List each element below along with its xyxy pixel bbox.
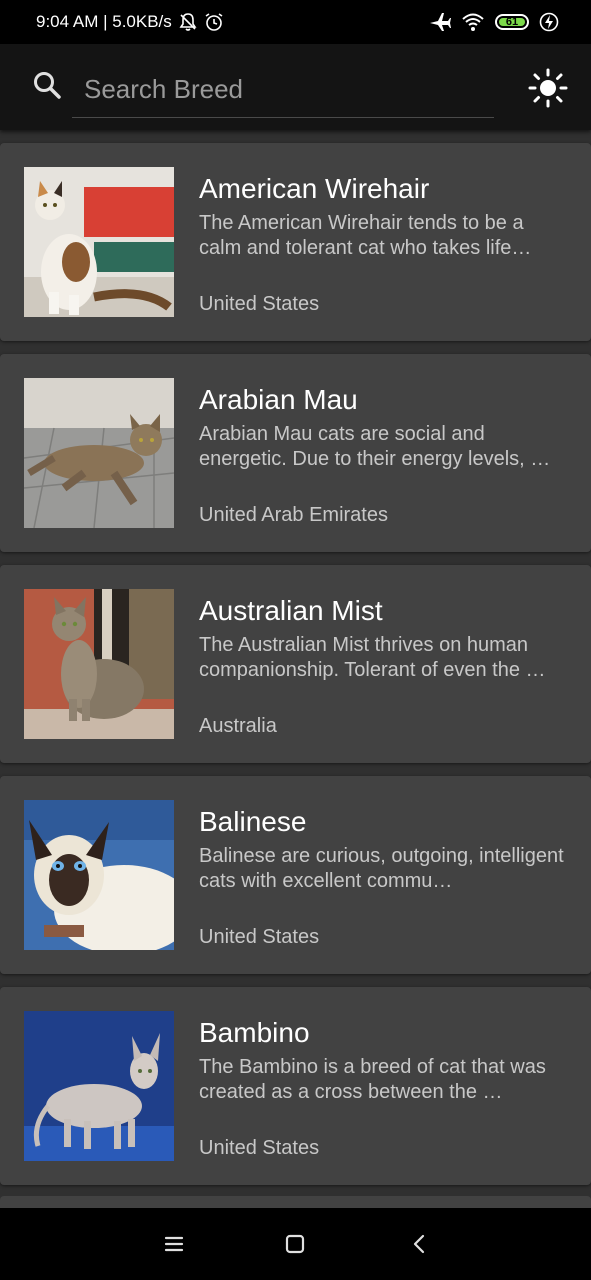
- charging-icon: [539, 12, 559, 32]
- airplane-icon: [430, 13, 451, 31]
- breed-description: The Australian Mist thrives on human com…: [199, 634, 546, 681]
- back-chevron-icon[interactable]: [406, 1230, 434, 1258]
- home-square-icon[interactable]: [281, 1230, 309, 1258]
- breed-origin: United Arab Emirates: [199, 504, 388, 526]
- breed-description: Balinese are curious, outgoing, intellig…: [199, 845, 564, 892]
- breed-image: [24, 378, 174, 528]
- status-right: 61: [429, 12, 559, 32]
- alarm-icon: [205, 13, 223, 31]
- breed-card[interactable]: Balinese Balinese are curious, outgoing,…: [0, 776, 591, 974]
- breed-description: Arabian Mau cats are social and energeti…: [199, 423, 551, 470]
- breed-description: The American Wirehair tends to be a calm…: [199, 212, 532, 259]
- status-time-speed: 9:04 AM | 5.0KB/s: [36, 12, 172, 31]
- breed-name: Australian Mist: [199, 595, 383, 626]
- breed-card[interactable]: Arabian Mau Arabian Mau cats are social …: [0, 354, 591, 552]
- system-nav-bar: [0, 1208, 591, 1280]
- menu-icon[interactable]: [160, 1230, 188, 1258]
- status-left: 9:04 AM | 5.0KB/s: [36, 12, 224, 32]
- breed-name: Bambino: [199, 1017, 310, 1048]
- sun-icon[interactable]: [528, 68, 568, 108]
- breed-origin: United States: [199, 926, 320, 948]
- breed-card[interactable]: Australian Mist The Australian Mist thri…: [0, 565, 591, 763]
- battery-icon: 61: [495, 14, 529, 30]
- breed-origin: Australia: [199, 715, 277, 737]
- status-bar: 9:04 AM | 5.0KB/s 61: [0, 0, 591, 44]
- battery-level: 61: [505, 16, 519, 28]
- breed-image: [24, 167, 174, 317]
- breed-card[interactable]: American Wirehair The American Wirehair …: [0, 143, 591, 341]
- wifi-icon: [462, 13, 484, 31]
- breed-description: The Bambino is a breed of cat that was c…: [199, 1056, 546, 1103]
- breed-card[interactable]: Bambino The Bambino is a breed of cat th…: [0, 987, 591, 1185]
- breed-image: [24, 1011, 174, 1161]
- breed-origin: United States: [199, 293, 320, 315]
- mute-bell-icon: [179, 13, 197, 31]
- search-input[interactable]: [72, 62, 494, 118]
- breed-name: Balinese: [199, 806, 307, 837]
- breed-origin: United States: [199, 1137, 320, 1159]
- breed-name: American Wirehair: [199, 173, 430, 204]
- breed-image: [24, 589, 174, 739]
- breed-image: [24, 800, 174, 950]
- breed-name: Arabian Mau: [199, 384, 358, 415]
- app-bar: [0, 44, 591, 130]
- breed-list: American Wirehair The American Wirehair …: [0, 143, 591, 1198]
- search-icon[interactable]: [32, 70, 62, 100]
